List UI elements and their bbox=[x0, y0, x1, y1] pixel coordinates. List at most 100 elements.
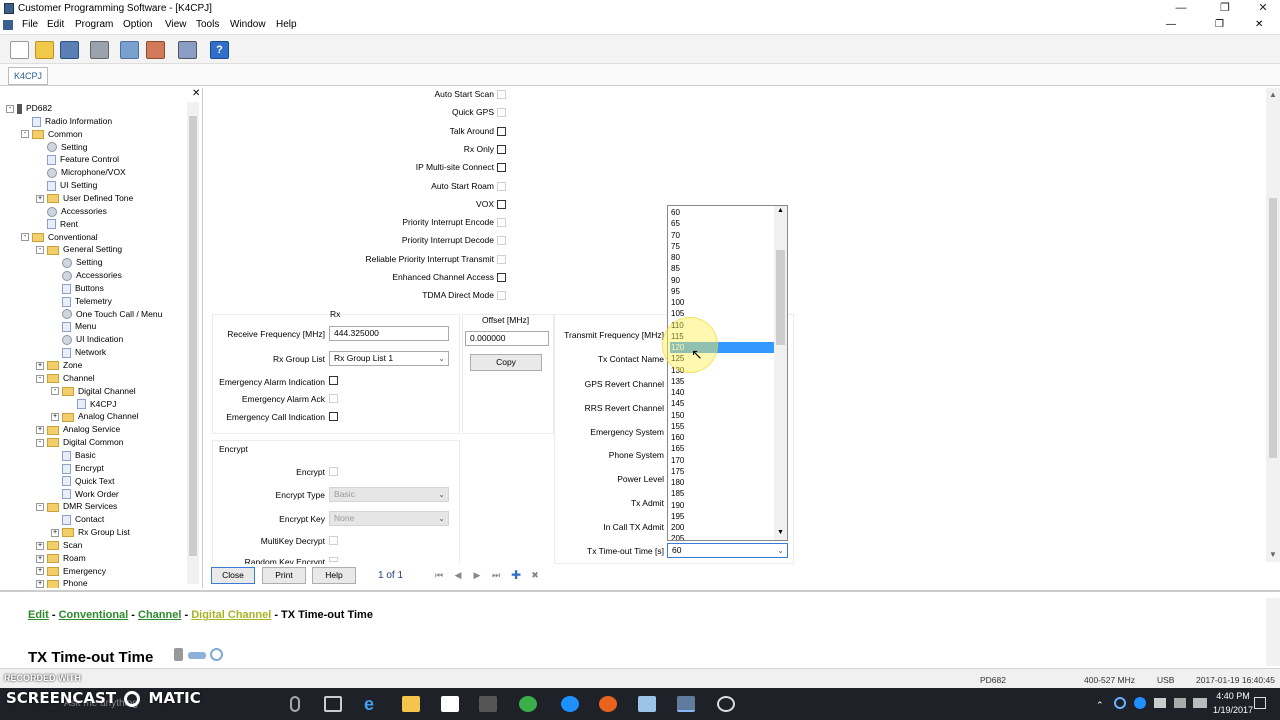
dropdown-option[interactable]: 135 bbox=[670, 376, 774, 387]
expand-icon[interactable]: + bbox=[36, 194, 44, 203]
expand-icon[interactable]: + bbox=[36, 426, 44, 434]
screencast-app-icon[interactable] bbox=[717, 696, 735, 712]
emergency-alarm-indication-checkbox[interactable] bbox=[329, 376, 338, 385]
tree-item[interactable]: Setting bbox=[51, 256, 102, 268]
mdi-close-icon[interactable]: ✕ bbox=[1255, 19, 1263, 30]
help-icon[interactable]: ? bbox=[210, 41, 229, 59]
task-view-icon[interactable] bbox=[324, 696, 342, 712]
delete-icon[interactable]: ✖ bbox=[528, 569, 542, 582]
tree-item[interactable]: Feature Control bbox=[36, 153, 119, 166]
tree-item[interactable]: Menu bbox=[51, 320, 96, 333]
collapse-icon[interactable]: - bbox=[36, 503, 44, 512]
collapse-icon[interactable]: - bbox=[6, 104, 14, 113]
help-scrollbar[interactable] bbox=[1266, 598, 1280, 666]
option-checkbox[interactable] bbox=[497, 108, 506, 118]
collapse-icon[interactable]: - bbox=[36, 438, 44, 447]
expand-icon[interactable]: + bbox=[36, 361, 44, 370]
collapse-icon[interactable]: - bbox=[21, 130, 29, 139]
option-checkbox[interactable] bbox=[497, 218, 506, 228]
form-scroll-thumb[interactable] bbox=[1269, 198, 1277, 458]
offset-input[interactable]: 0.000000 bbox=[465, 331, 549, 346]
option-checkbox[interactable] bbox=[497, 254, 506, 264]
mdi-minimize-icon[interactable]: — bbox=[1166, 19, 1176, 30]
scroll-up-icon[interactable]: ▲ bbox=[1269, 90, 1277, 99]
tree-item[interactable]: + Scan bbox=[36, 539, 82, 551]
tx-timeout-dropdown-list[interactable]: 60 65 70 75 80 85 90 95 100 105 110 115 120 125 130 135… bbox=[667, 205, 788, 541]
copy-button[interactable]: Copy bbox=[470, 354, 542, 371]
tree-item[interactable]: + Rx Group List bbox=[51, 526, 130, 538]
tree-item[interactable]: - Digital Common bbox=[36, 436, 123, 448]
dropdown-option[interactable]: 180 bbox=[670, 477, 774, 488]
open-icon[interactable] bbox=[35, 41, 54, 59]
expand-icon[interactable]: + bbox=[36, 541, 44, 550]
tree-item[interactable]: Encrypt bbox=[51, 462, 104, 474]
close-button[interactable]: Close bbox=[211, 567, 255, 584]
tree-item[interactable]: + Analog Channel bbox=[51, 410, 139, 422]
tree-item[interactable]: - Conventional bbox=[21, 231, 98, 243]
dropdown-option[interactable]: 160 bbox=[670, 432, 774, 443]
menu-tools[interactable]: Tools bbox=[196, 19, 219, 30]
rx-group-list-select[interactable]: Rx Group List 1 ⌄ bbox=[329, 351, 449, 366]
help-button[interactable]: Help bbox=[312, 567, 356, 584]
scroll-up-icon[interactable]: ▲ bbox=[777, 207, 784, 214]
chrome-icon[interactable] bbox=[519, 696, 537, 712]
tree-item[interactable]: Radio Information bbox=[21, 115, 112, 127]
dropdown-option[interactable]: 145 bbox=[670, 398, 774, 409]
dropdown-option[interactable]: 85 bbox=[670, 263, 774, 274]
scroll-down-icon[interactable]: ▼ bbox=[1269, 550, 1277, 559]
microphone-icon[interactable] bbox=[290, 696, 300, 712]
tree-item[interactable]: UI Indication bbox=[51, 333, 123, 346]
tree-item[interactable]: - General Setting bbox=[36, 243, 122, 255]
tree-item[interactable]: Rent bbox=[36, 218, 78, 230]
restore-icon[interactable]: ❐ bbox=[1210, 1, 1240, 16]
option-checkbox[interactable] bbox=[497, 144, 506, 154]
option-checkbox[interactable] bbox=[497, 291, 506, 301]
tree-item[interactable]: Buttons bbox=[51, 282, 104, 294]
encrypt-key-select[interactable]: None ⌄ bbox=[329, 511, 449, 526]
tree-item[interactable]: Contact bbox=[51, 513, 104, 525]
tree-item[interactable]: + Zone bbox=[36, 359, 82, 371]
tree-item[interactable]: Quick Text bbox=[51, 475, 115, 487]
collapse-icon[interactable]: - bbox=[51, 387, 59, 396]
edge-icon[interactable]: e bbox=[364, 695, 382, 713]
dropdown-option[interactable]: 195 bbox=[670, 511, 774, 522]
tree-item[interactable]: One Touch Call / Menu bbox=[51, 308, 162, 320]
tree-scrollbar[interactable] bbox=[187, 102, 199, 584]
tree-item[interactable]: - Digital Channel bbox=[51, 385, 136, 397]
notifications-icon[interactable] bbox=[1254, 697, 1266, 709]
dropdown-option[interactable]: 205 bbox=[670, 533, 774, 540]
option-checkbox[interactable] bbox=[497, 273, 506, 282]
tree-item[interactable]: Accessories bbox=[36, 205, 107, 217]
tree-item[interactable]: Accessories bbox=[51, 269, 122, 281]
dropdown-option[interactable]: 185 bbox=[670, 488, 774, 499]
expand-icon[interactable]: + bbox=[36, 567, 44, 576]
last-page-icon[interactable]: ⏭ bbox=[489, 569, 503, 582]
dropdown-option[interactable]: 140 bbox=[670, 387, 774, 398]
clone-icon[interactable] bbox=[178, 41, 197, 59]
mdi-restore-icon[interactable]: ❐ bbox=[1215, 19, 1224, 30]
dropdown-scrollbar[interactable]: ▲ ▼ bbox=[774, 206, 787, 540]
dropdown-option[interactable]: 175 bbox=[670, 466, 774, 477]
close-icon[interactable]: ✕ bbox=[1248, 1, 1278, 16]
collapse-icon[interactable]: - bbox=[36, 374, 44, 383]
taskbar-date[interactable]: 1/19/2017 bbox=[1210, 705, 1256, 715]
menu-view[interactable]: View bbox=[165, 19, 187, 30]
tree-item[interactable]: - DMR Services bbox=[36, 500, 117, 512]
print-button[interactable]: Print bbox=[262, 567, 306, 584]
expand-icon[interactable]: + bbox=[36, 554, 44, 563]
encrypt-type-select[interactable]: Basic ⌄ bbox=[329, 487, 449, 502]
dropdown-option[interactable]: 150 bbox=[670, 410, 774, 421]
option-checkbox[interactable] bbox=[497, 181, 506, 191]
tree-item[interactable]: + Phone bbox=[36, 577, 88, 588]
breadcrumb-channel[interactable]: Channel bbox=[138, 609, 181, 621]
form-scrollbar[interactable]: ▲ ▼ bbox=[1266, 88, 1280, 562]
tree-scroll-thumb[interactable] bbox=[189, 116, 197, 556]
receive-frequency-input[interactable]: 444.325000 bbox=[329, 326, 449, 341]
first-page-icon[interactable]: ⏮ bbox=[432, 569, 446, 582]
expand-icon[interactable]: + bbox=[51, 413, 59, 422]
skype-icon[interactable] bbox=[561, 696, 579, 712]
tree-item[interactable]: UI Setting bbox=[36, 179, 97, 191]
tree-item[interactable]: Network bbox=[51, 346, 106, 358]
print-icon[interactable] bbox=[90, 41, 109, 59]
tree-item[interactable]: + Roam bbox=[36, 552, 86, 564]
